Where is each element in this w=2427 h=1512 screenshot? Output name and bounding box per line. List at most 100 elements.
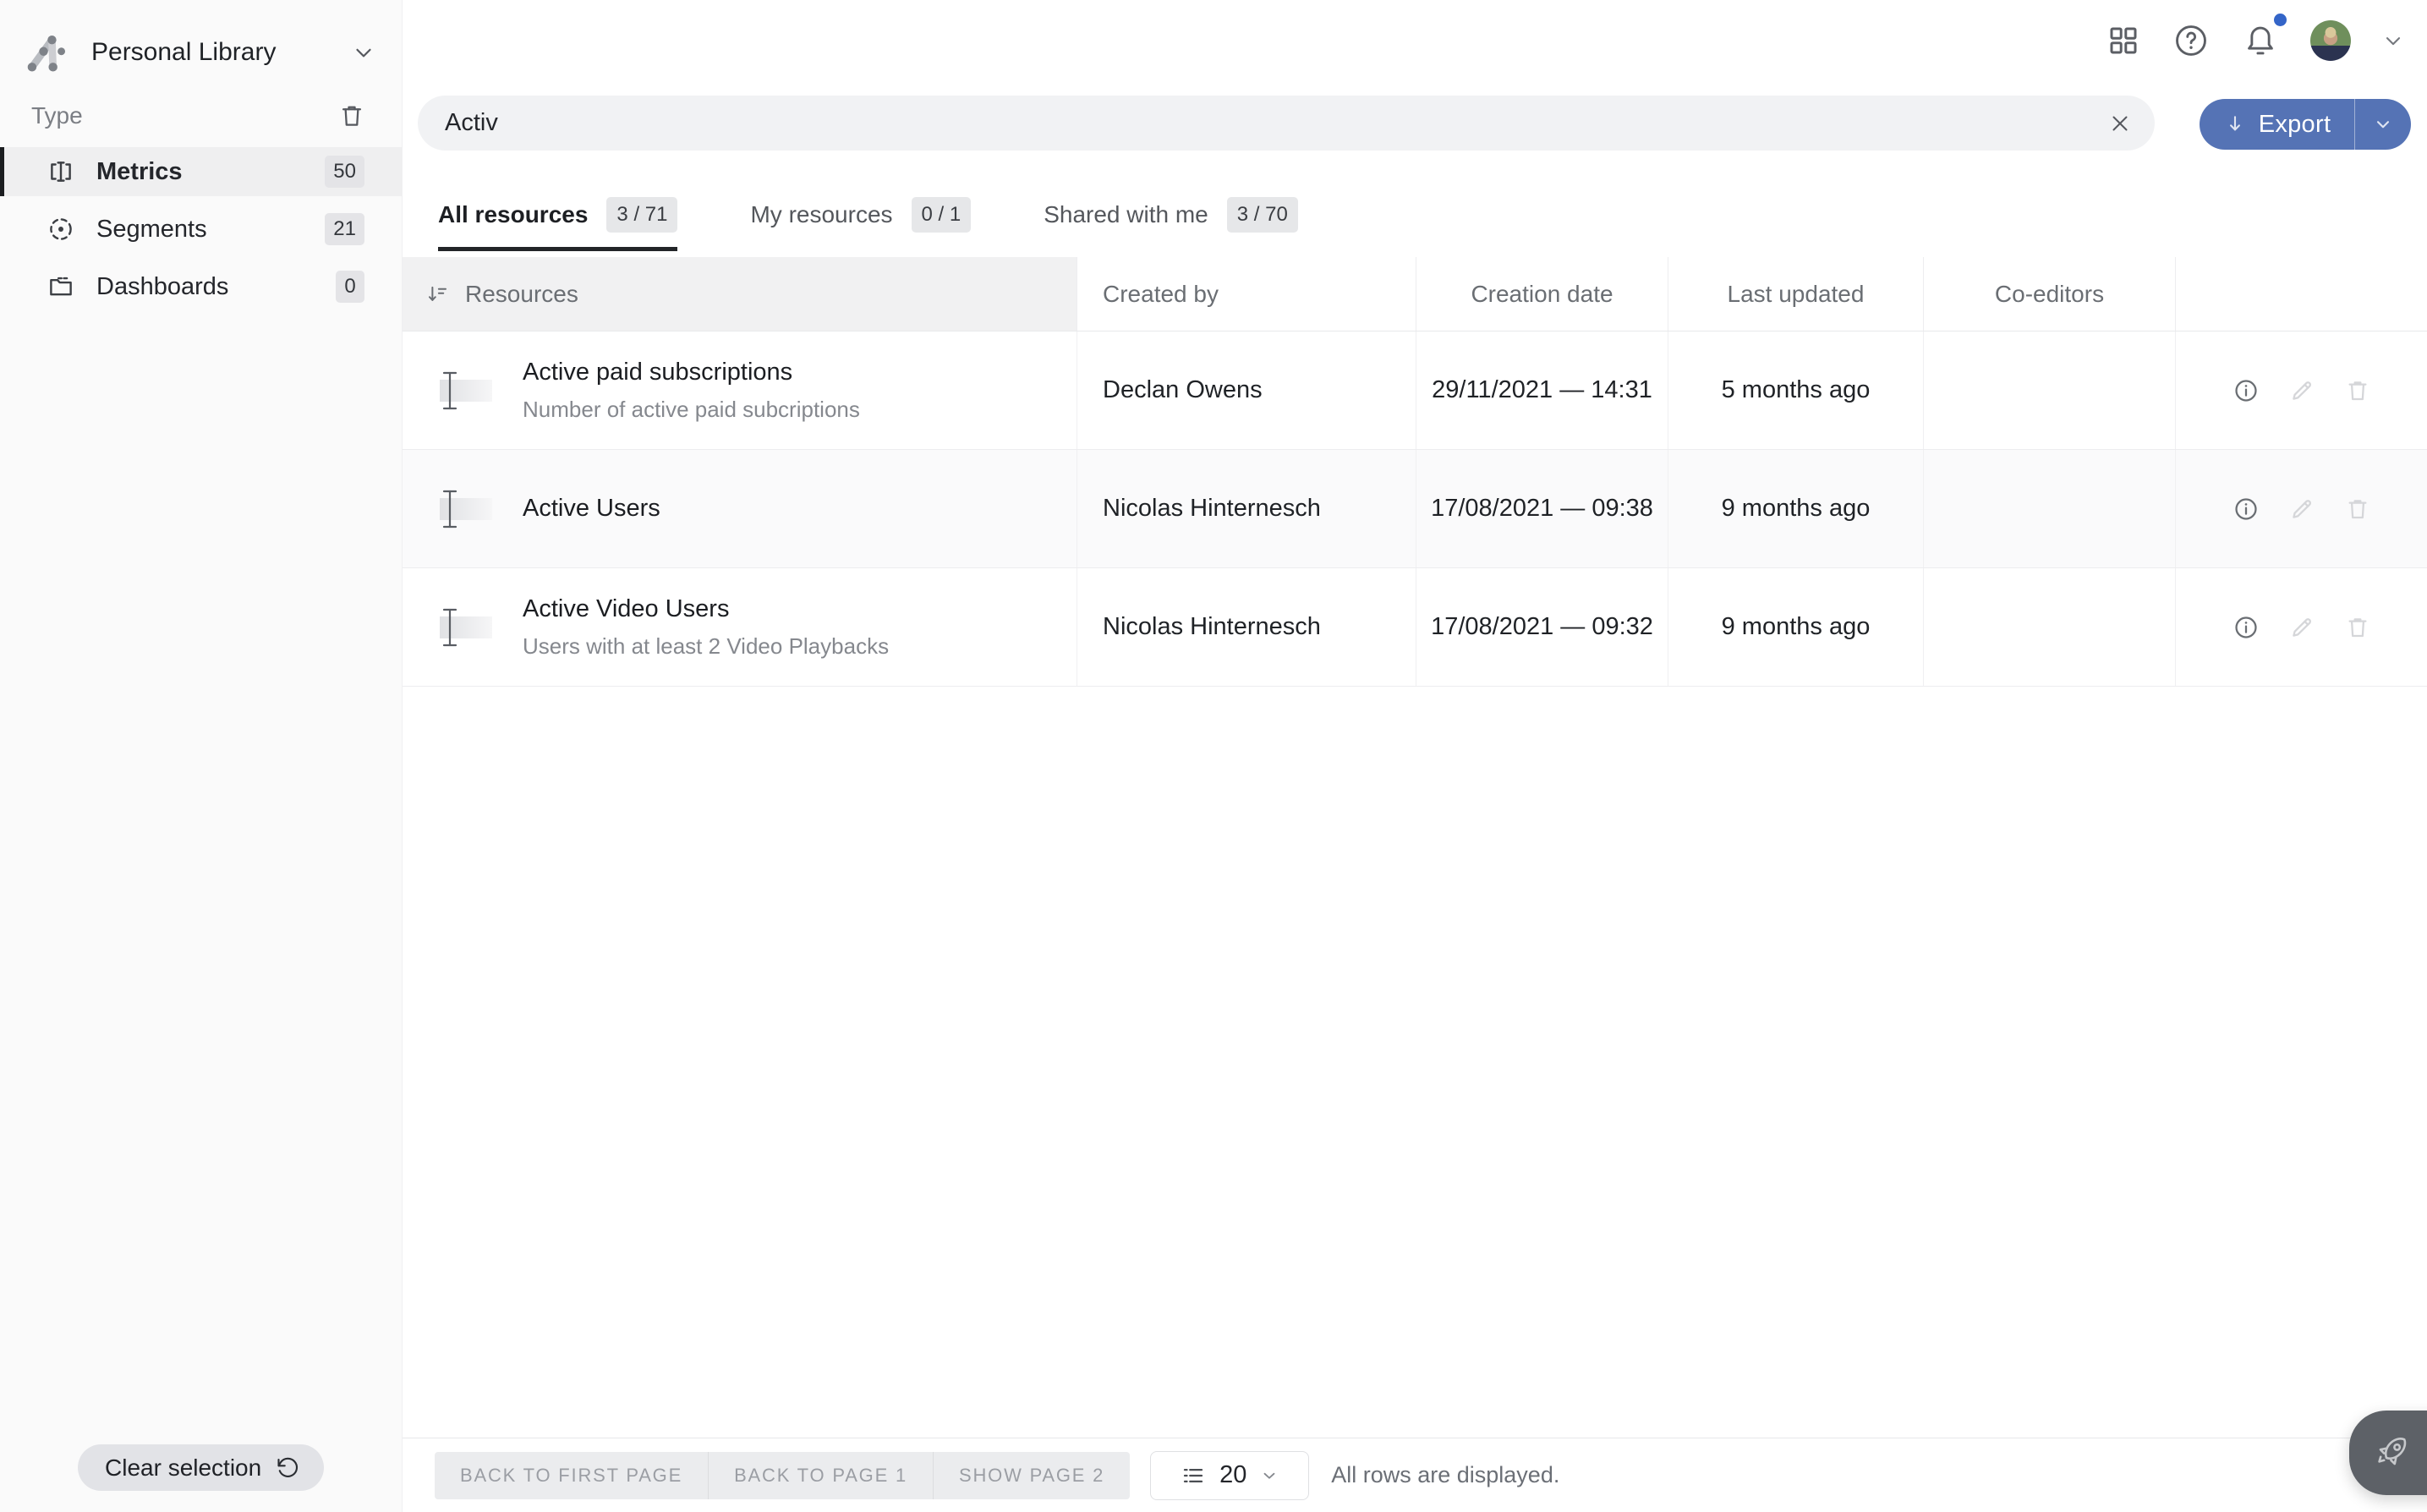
sidebar-item-metrics[interactable]: Metrics 50 (0, 147, 402, 196)
clear-selection-button[interactable]: Clear selection (78, 1444, 324, 1491)
delete-trash-icon[interactable] (2344, 377, 2371, 404)
undo-icon (275, 1455, 300, 1481)
column-header-label: Creation date (1471, 281, 1613, 308)
rows-status-text: All rows are displayed. (1331, 1462, 1559, 1488)
folder-icon (47, 272, 75, 301)
sidebar: Personal Library Type Metrics 50 (0, 0, 403, 1512)
notification-dot (2274, 14, 2287, 26)
metric-thumb-icon (433, 487, 496, 531)
dashboards-count-badge: 0 (336, 271, 364, 303)
workspace-name: Personal Library (91, 38, 276, 67)
column-header-label: Co-editors (1995, 281, 2104, 308)
show-page-2-button[interactable]: SHOW PAGE 2 (933, 1452, 1130, 1499)
page-size-chevron-icon (1260, 1466, 1279, 1485)
back-to-page-1-button[interactable]: BACK TO PAGE 1 (708, 1452, 933, 1499)
info-icon[interactable] (2233, 614, 2260, 641)
apps-grid-icon[interactable] (2106, 23, 2141, 58)
sidebar-item-dashboards[interactable]: Dashboards 0 (0, 262, 402, 311)
column-header-actions (2176, 257, 2427, 331)
back-to-first-page-button[interactable]: BACK TO FIRST PAGE (435, 1452, 708, 1499)
metrics-count-badge: 50 (325, 156, 364, 188)
column-header-label: Last updated (1728, 281, 1865, 308)
avatar[interactable] (2310, 20, 2351, 61)
created-by-cell: Nicolas Hinternesch (1077, 450, 1416, 567)
info-icon[interactable] (2233, 496, 2260, 523)
tab-label: My resources (750, 201, 892, 228)
table-header-row: Resources Created by Creation date Last … (403, 257, 2427, 331)
table-row[interactable]: Active Users Nicolas Hinternesch 17/08/2… (403, 450, 2427, 568)
column-header-creation-date[interactable]: Creation date (1416, 257, 1668, 331)
delete-trash-icon[interactable] (2344, 614, 2371, 641)
metric-thumb-icon (433, 605, 496, 649)
resources-table: Resources Created by Creation date Last … (403, 257, 2427, 687)
info-icon[interactable] (2233, 377, 2260, 404)
last-updated-cell: 9 months ago (1668, 450, 1924, 567)
tab-count-badge: 0 / 1 (912, 197, 972, 233)
table-row[interactable]: Active paid subscriptions Number of acti… (403, 331, 2427, 450)
resource-subtitle: Number of active paid subcriptions (523, 397, 860, 423)
last-updated-cell: 5 months ago (1668, 331, 1924, 449)
workspace-switcher[interactable]: Personal Library (0, 0, 402, 85)
export-main[interactable]: Export (2200, 99, 2354, 150)
rocket-icon (2371, 1433, 2412, 1473)
resource-title[interactable]: Active Users (523, 495, 660, 523)
table-row[interactable]: Active Video Users Users with at least 2… (403, 568, 2427, 687)
column-header-label: Resources (465, 281, 578, 308)
creation-date-cell: 29/11/2021 — 14:31 (1416, 331, 1668, 449)
creation-date-cell: 17/08/2021 — 09:32 (1416, 568, 1668, 686)
segments-count-badge: 21 (325, 213, 364, 245)
resource-title[interactable]: Active paid subscriptions (523, 359, 860, 386)
sidebar-item-label: Dashboards (96, 273, 228, 301)
table-footer: BACK TO FIRST PAGE BACK TO PAGE 1 SHOW P… (403, 1438, 2427, 1512)
co-editors-cell (1924, 568, 2176, 686)
sidebar-item-label: Metrics (96, 158, 183, 186)
creation-date-cell: 17/08/2021 — 09:38 (1416, 450, 1668, 567)
quick-start-fab[interactable] (2349, 1411, 2427, 1495)
column-header-co-editors[interactable]: Co-editors (1924, 257, 2176, 331)
metric-thumb-icon (433, 369, 496, 413)
co-editors-cell (1924, 331, 2176, 449)
pagination-controls: BACK TO FIRST PAGE BACK TO PAGE 1 SHOW P… (435, 1452, 1130, 1499)
column-header-label: Created by (1103, 281, 1219, 308)
column-header-created-by[interactable]: Created by (1077, 257, 1416, 331)
metric-icon (47, 157, 75, 186)
download-arrow-icon (2223, 112, 2247, 136)
last-updated-cell: 9 months ago (1668, 568, 1924, 686)
list-icon (1181, 1463, 1206, 1488)
sort-icon[interactable] (425, 282, 450, 307)
type-filter-list: Metrics 50 Segments 21 Dashboards 0 (0, 147, 402, 311)
clear-search-icon[interactable] (2107, 111, 2133, 136)
sidebar-item-segments[interactable]: Segments 21 (0, 205, 402, 254)
resource-title[interactable]: Active Video Users (523, 595, 889, 623)
export-button[interactable]: Export (2200, 99, 2411, 150)
help-icon[interactable] (2172, 21, 2211, 60)
page-size-value: 20 (1219, 1461, 1246, 1489)
tab-my-resources[interactable]: My resources 0 / 1 (750, 197, 971, 233)
co-editors-cell (1924, 450, 2176, 567)
search-input[interactable] (418, 96, 2107, 151)
delete-trash-icon[interactable] (2344, 496, 2371, 523)
tab-shared-with-me[interactable]: Shared with me 3 / 70 (1044, 197, 1298, 233)
column-header-last-updated[interactable]: Last updated (1668, 257, 1924, 331)
clear-filter-trash-icon[interactable] (337, 101, 366, 130)
edit-pencil-icon[interactable] (2288, 377, 2315, 404)
resource-tabs: All resources 3 / 71 My resources 0 / 1 … (438, 190, 1298, 239)
edit-pencil-icon[interactable] (2288, 614, 2315, 641)
tab-label: All resources (438, 201, 588, 228)
account-chevron-down-icon[interactable] (2381, 29, 2405, 52)
notifications-bell-icon[interactable] (2241, 21, 2280, 60)
tab-all-resources[interactable]: All resources 3 / 71 (438, 197, 677, 233)
sidebar-item-label: Segments (96, 216, 207, 244)
type-section-label: Type (31, 102, 83, 129)
edit-pencil-icon[interactable] (2288, 496, 2315, 523)
export-options-chevron-icon[interactable] (2355, 99, 2411, 150)
chevron-down-icon[interactable] (351, 40, 376, 65)
clear-selection-label: Clear selection (105, 1454, 261, 1482)
segment-icon (47, 215, 75, 244)
search-field[interactable] (418, 96, 2155, 151)
column-header-resources[interactable]: Resources (403, 257, 1077, 331)
created-by-cell: Nicolas Hinternesch (1077, 568, 1416, 686)
tab-count-badge: 3 / 70 (1227, 197, 1298, 233)
app-logo-icon (24, 30, 68, 74)
page-size-select[interactable]: 20 (1150, 1451, 1309, 1500)
